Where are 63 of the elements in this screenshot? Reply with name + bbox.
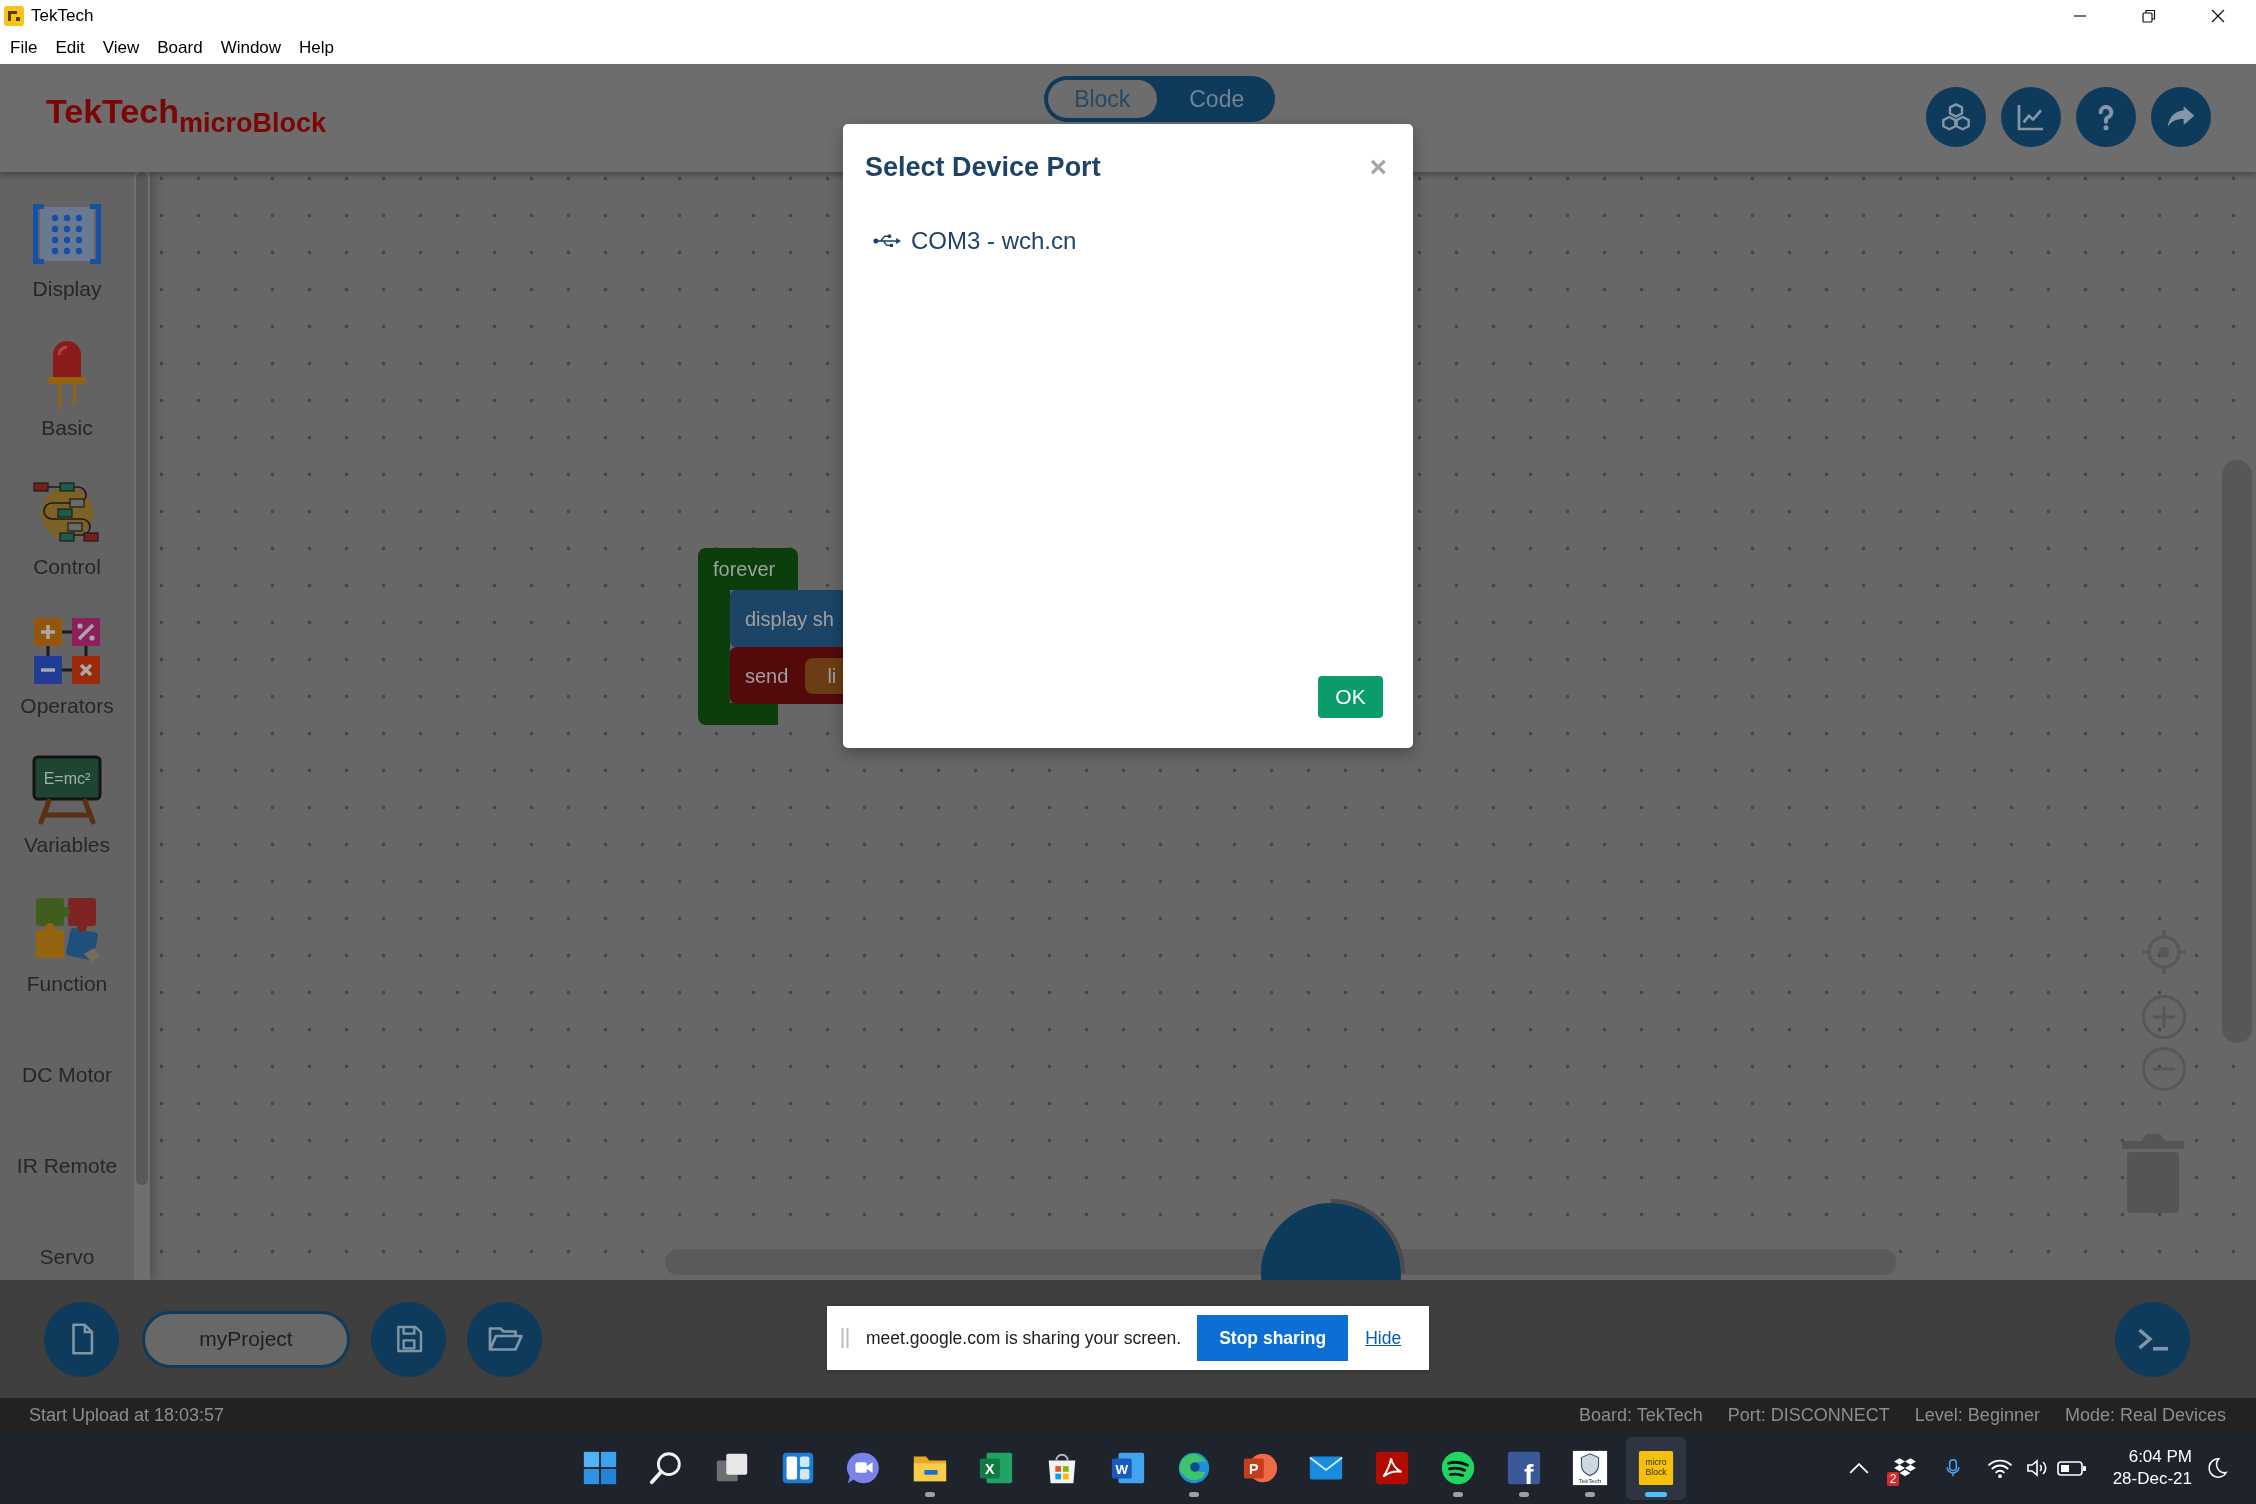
windows-logo-icon xyxy=(581,1449,619,1487)
taskbar-button[interactable]: f xyxy=(1494,1436,1554,1500)
active-bar-icon xyxy=(1645,1491,1667,1497)
app-logo: TekTech$_{microBlock}$ xyxy=(46,91,326,131)
dialog-title: Select Device Port xyxy=(865,150,1101,184)
pdf-icon xyxy=(1373,1449,1411,1487)
app-tile-icon: micro Block xyxy=(1637,1449,1675,1487)
menu-item[interactable]: Edit xyxy=(46,35,94,61)
app-logo-icon xyxy=(4,6,24,26)
port-item[interactable]: COM3 - wch.cn xyxy=(865,225,1085,257)
input-slot[interactable]: li xyxy=(805,657,843,694)
status-item: Port: DISCONNECT xyxy=(1727,1403,1890,1427)
clock[interactable]: 6:04 PM 28-Dec-21 xyxy=(2112,1446,2192,1490)
share-message: meet.google.com is sharing your screen. xyxy=(866,1326,1182,1350)
taskbar-button[interactable]: P xyxy=(1230,1436,1290,1500)
category-item[interactable]: Operators xyxy=(0,616,134,719)
drag-handle-icon[interactable] xyxy=(841,1327,849,1349)
share-button[interactable] xyxy=(2151,87,2211,147)
display-grid-icon xyxy=(31,202,103,266)
menu-item[interactable]: File xyxy=(1,35,47,61)
status-item: Board: TekTech xyxy=(1579,1403,1703,1427)
notification-badge: 2 xyxy=(1886,1472,1900,1486)
category-item[interactable]: IR Remote xyxy=(0,1153,134,1179)
status-item: Mode: Real Devices xyxy=(2064,1403,2226,1427)
ok-button[interactable]: OK xyxy=(1318,676,1383,718)
status-message: Start Upload at 18:03:57 xyxy=(29,1403,225,1427)
category-item[interactable]: E=mc² Variables xyxy=(0,755,134,858)
operators-grid-icon xyxy=(32,616,102,686)
chevron-up-icon[interactable] xyxy=(1848,1462,1869,1474)
moon-icon[interactable] xyxy=(2206,1457,2228,1479)
taskbar-button[interactable]: W xyxy=(1098,1436,1158,1500)
menu-item[interactable]: View xyxy=(93,35,149,61)
social-icon: f xyxy=(1505,1449,1543,1487)
window-title: TekTech xyxy=(31,5,94,28)
category-item[interactable]: Display xyxy=(0,199,134,302)
category-item[interactable]: Function xyxy=(0,894,134,997)
category-item[interactable]: DC Motor xyxy=(0,1062,134,1088)
restore-icon xyxy=(2141,9,2156,23)
status-item: Level: Beginner xyxy=(1914,1403,2040,1427)
help-button[interactable] xyxy=(2076,87,2136,147)
menu-item[interactable]: Board xyxy=(148,35,212,61)
battery-icon[interactable] xyxy=(2056,1458,2087,1478)
category-item[interactable]: Servo xyxy=(0,1244,134,1270)
stop-sharing-button[interactable]: Stop sharing xyxy=(1197,1315,1349,1361)
mode-tab[interactable]: Code xyxy=(1162,80,1271,118)
menu-item[interactable]: Window xyxy=(211,35,291,61)
hide-link[interactable]: Hide xyxy=(1365,1324,1402,1352)
chart-button[interactable] xyxy=(2001,87,2061,147)
close-icon xyxy=(2210,9,2225,23)
menu-item[interactable]: Help xyxy=(290,35,344,61)
block-label: send xyxy=(745,663,789,689)
project-name-field[interactable]: myProject xyxy=(142,1310,350,1368)
taskbar-button[interactable]: micro Block xyxy=(1626,1436,1686,1500)
code-block[interactable]: send li xyxy=(730,647,843,704)
usb-icon xyxy=(873,233,902,249)
taskbar-button[interactable]: X xyxy=(966,1436,1026,1500)
category-item[interactable]: Basic xyxy=(0,338,134,441)
blocks-button[interactable] xyxy=(1926,87,1986,147)
category-item[interactable]: Control xyxy=(0,477,134,580)
music-icon xyxy=(1439,1449,1477,1487)
cubes-icon xyxy=(1940,101,1972,133)
scrollbar-thumb[interactable] xyxy=(136,172,148,1185)
code-block[interactable]: display sh xyxy=(730,590,843,647)
